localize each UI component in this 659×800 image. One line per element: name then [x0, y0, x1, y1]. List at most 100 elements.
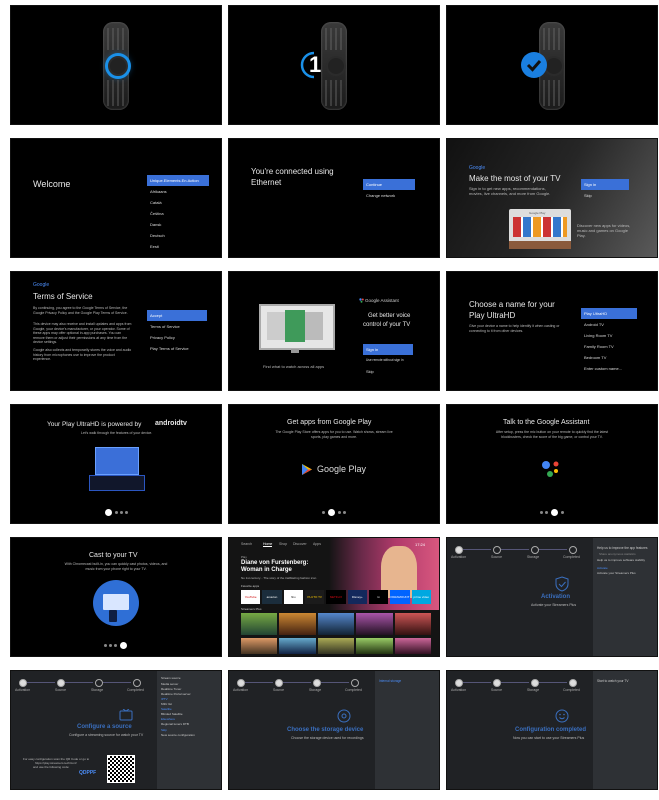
next-button[interactable]: [105, 509, 112, 516]
menu-item[interactable]: Eesti: [147, 241, 209, 252]
step-label: Storage: [527, 555, 540, 559]
tile-remote-pairing: [11, 6, 221, 124]
title-line2: control of your TV: [363, 322, 411, 328]
menu-item[interactable]: Afrikaans: [147, 186, 209, 197]
skip-button[interactable]: Skip: [363, 366, 413, 377]
step-dot: [493, 546, 501, 554]
menu-item[interactable]: Bedroom TV: [581, 352, 637, 363]
app-tile[interactable]: PARAMOUNT: [390, 590, 410, 604]
page-title: Get apps from Google Play: [287, 419, 372, 426]
play-terms-link[interactable]: Play Terms of Service: [147, 343, 207, 354]
tile-remote-countdown: 1: [229, 6, 439, 124]
step-dot: [57, 679, 65, 687]
panel-item[interactable]: Start to watch your TV: [597, 679, 628, 683]
side-panel: Help us to improve the app features Shar…: [593, 538, 657, 656]
panel-item[interactable]: Help us to improve software stability: [597, 558, 645, 562]
tile-activation: Help us to improve the app features Shar…: [447, 538, 657, 656]
tile-powered-by: Your Play UltraHD is powered by androidt…: [11, 405, 221, 523]
skip-button[interactable]: Skip: [581, 190, 629, 201]
app-tile[interactable]: amazon: [262, 590, 282, 604]
panel-item[interactable]: Realtime Tuner: [161, 687, 181, 691]
network-menu[interactable]: Continue Change network: [363, 179, 415, 201]
panel-item[interactable]: Skip: [161, 728, 167, 732]
continue-button[interactable]: Continue: [363, 179, 415, 190]
step-dot: [455, 679, 463, 687]
app-tile[interactable]: hbo: [283, 590, 303, 604]
panel-item[interactable]: Realtime Portal server: [161, 692, 191, 696]
tab-discover[interactable]: Discover: [293, 542, 307, 546]
assistant-menu[interactable]: Sign in Use remote without sign in Skip: [363, 344, 413, 377]
menu-item[interactable]: Play UltraHD: [581, 308, 637, 319]
qr-code: [107, 755, 135, 783]
terms-menu[interactable]: Accept Terms of Service Privacy Policy P…: [147, 310, 207, 354]
title-line1: Get better voice: [368, 313, 411, 319]
menu-item[interactable]: Dansk: [147, 219, 209, 230]
tab-shop[interactable]: Shop: [279, 542, 287, 546]
page-title: Make the most of your TV: [469, 174, 561, 183]
next-button[interactable]: [551, 509, 558, 516]
menu-item[interactable]: Android TV: [581, 319, 637, 330]
next-button[interactable]: [120, 642, 127, 649]
step-label: Source: [491, 688, 503, 692]
panel-item[interactable]: IPTV: [161, 697, 168, 701]
tab-search[interactable]: Search: [241, 542, 252, 546]
step-label: Source: [491, 555, 503, 559]
menu-item[interactable]: Deutsch: [147, 230, 209, 241]
sign-in-button[interactable]: Sign in: [363, 344, 413, 355]
app-tile[interactable]: prime video: [411, 590, 431, 604]
accept-button[interactable]: Accept: [147, 310, 207, 321]
privacy-link[interactable]: Privacy Policy: [147, 332, 207, 343]
step-label: Storage: [91, 688, 104, 692]
step-dot: [493, 679, 501, 687]
tab-home[interactable]: Home: [263, 542, 273, 547]
panel-item[interactable]: Satellite: [161, 707, 172, 711]
app-tile[interactable]: tv: [368, 590, 389, 604]
panel-item[interactable]: Regional tuners DTB: [161, 722, 189, 726]
menu-item[interactable]: Family Room TV: [581, 341, 637, 352]
panel-item[interactable]: Media server: [161, 682, 178, 686]
panel-item[interactable]: Internal storage: [379, 679, 401, 683]
panel-item[interactable]: Share anonymous statistics: [599, 552, 636, 556]
device-name-menu[interactable]: Play UltraHD Android TV Living Room TV F…: [581, 308, 637, 374]
panel-item[interactable]: Activate your Streamers Plus: [597, 571, 636, 575]
side-panel: Stream source Media server Realtime Tune…: [157, 671, 221, 789]
use-remote-button[interactable]: Use remote without sign in: [363, 355, 413, 366]
menu-item[interactable]: Enter custom name...: [581, 363, 637, 374]
menu-item[interactable]: Living Room TV: [581, 330, 637, 341]
countdown-number: 1: [309, 52, 322, 77]
next-button[interactable]: [328, 509, 335, 516]
language-menu[interactable]: Unique.Elements.En.Action Afrikaans Cata…: [147, 175, 209, 252]
menu-item[interactable]: Unique.Elements.En.Action: [147, 175, 209, 186]
assistant-brand: Google Assistant: [365, 298, 399, 303]
app-tile[interactable]: YouTube: [241, 590, 261, 604]
google-play-label: Google Play: [317, 464, 367, 474]
tab-apps[interactable]: Apps: [313, 542, 321, 546]
step-dot: [275, 679, 283, 687]
menu-item[interactable]: Čeština: [147, 208, 209, 219]
terms-link[interactable]: Terms of Service: [147, 321, 207, 332]
subtitle: Now you can start to use your Streamers …: [513, 736, 585, 740]
panel-item[interactable]: Elsewhere: [161, 717, 175, 721]
panel-item[interactable]: Stream source: [161, 676, 181, 680]
description: Sign in to get new apps, recommendations…: [469, 186, 551, 196]
title-line2: Play UltraHD: [469, 311, 516, 320]
sign-in-button[interactable]: Sign in: [581, 179, 629, 190]
change-network-button[interactable]: Change network: [363, 190, 415, 201]
tile-get-apps: Get apps from Google Play The Google Pla…: [229, 405, 439, 523]
play-label: Google Play: [529, 211, 546, 215]
step-label: Completed: [563, 688, 580, 692]
menu-item[interactable]: Català: [147, 197, 209, 208]
storage-disk-icon: [337, 709, 351, 723]
panel-item[interactable]: New source configuration: [161, 733, 195, 737]
panel-item[interactable]: Blinded Satellite: [161, 712, 183, 716]
panel-item[interactable]: Help us to improve the app features: [597, 546, 648, 550]
page-title: Activation: [541, 594, 571, 600]
app-tile[interactable]: PLUTO TV: [304, 590, 325, 604]
app-tile[interactable]: Disney+: [347, 590, 367, 604]
tile-home-screen: Search Home Shop Discover Apps 17:24 Pla…: [229, 538, 439, 656]
sign-in-menu[interactable]: Sign in Skip: [581, 179, 629, 201]
title-line1: You're connected using: [251, 167, 334, 176]
panel-item[interactable]: M3U list: [161, 702, 172, 706]
app-tile[interactable]: NETFLIX: [326, 590, 346, 604]
panel-item[interactable]: Activate: [597, 566, 608, 570]
